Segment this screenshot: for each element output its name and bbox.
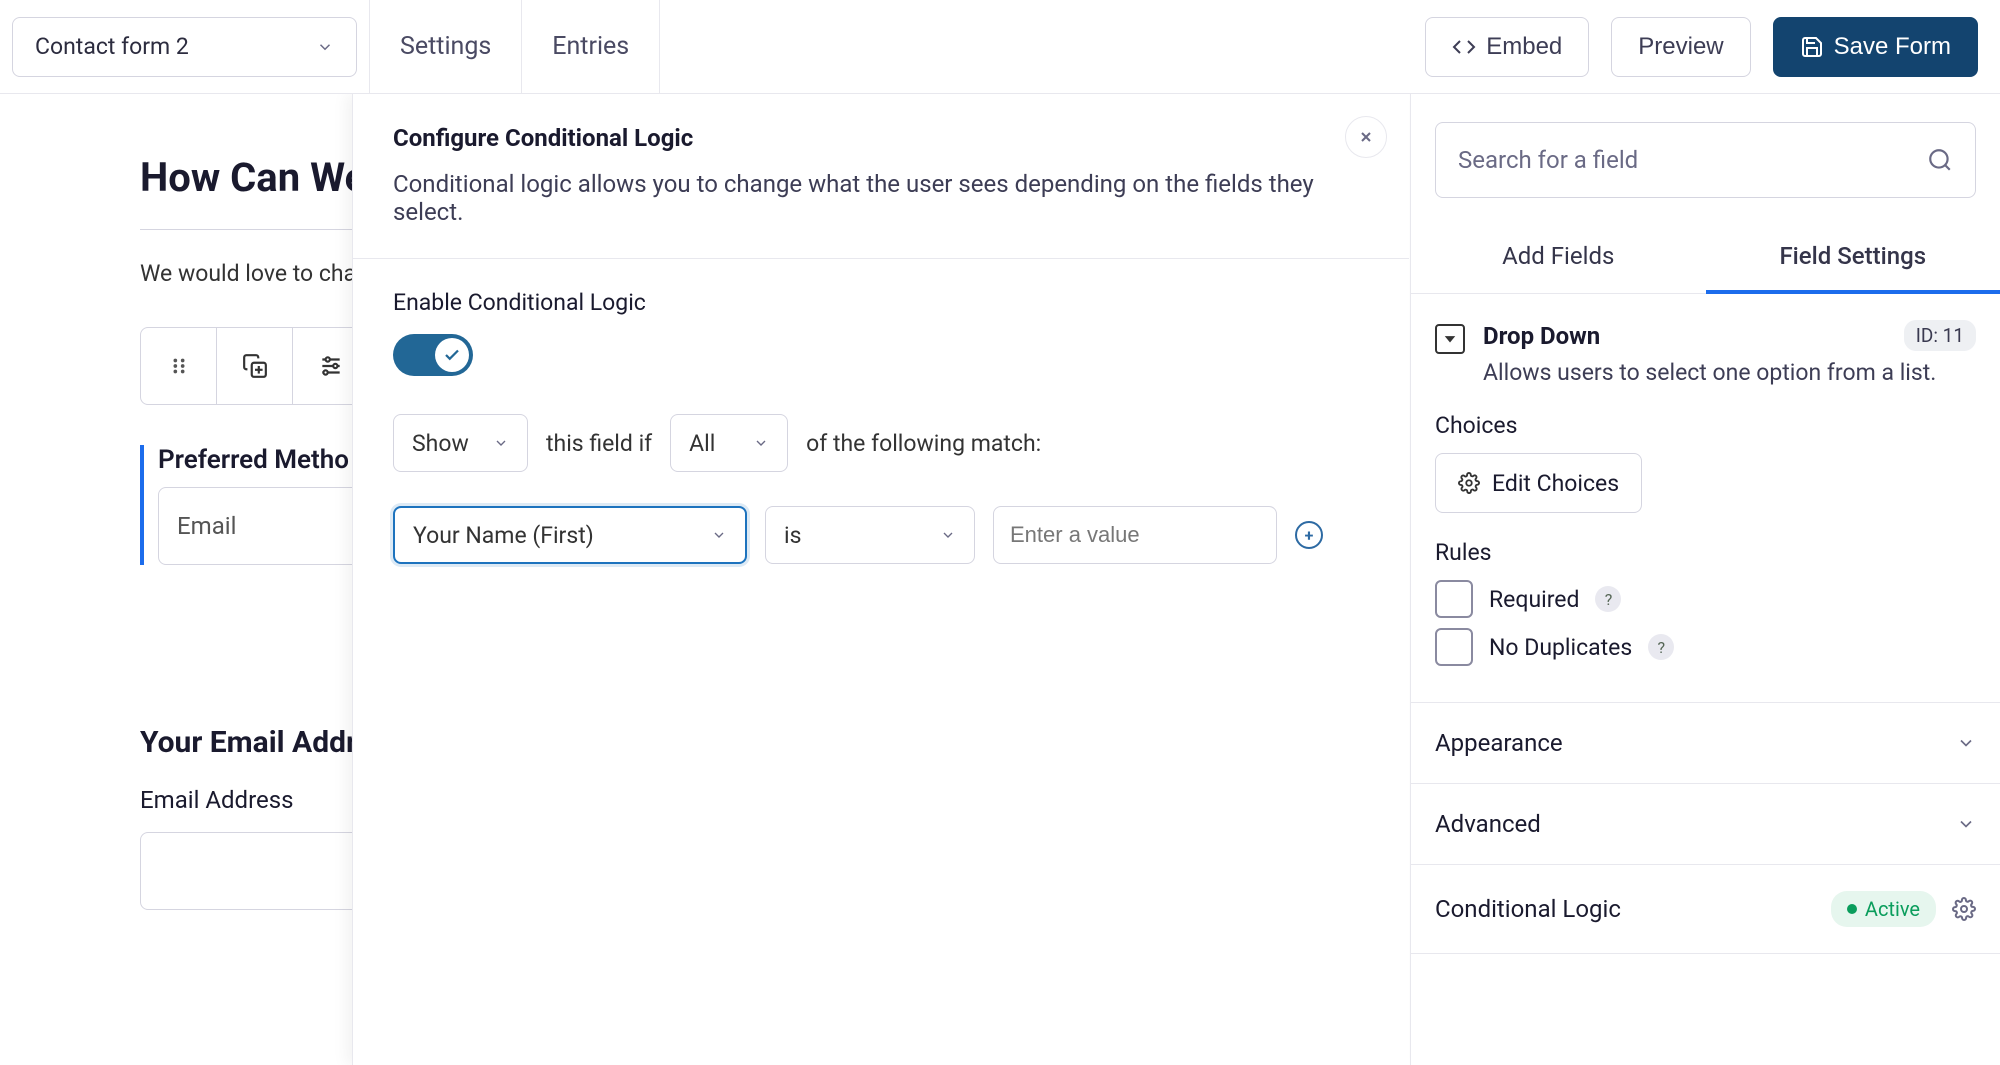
edit-choices-label: Edit Choices bbox=[1492, 470, 1619, 497]
search-input[interactable]: Search for a field bbox=[1435, 122, 1976, 198]
save-label: Save Form bbox=[1834, 33, 1951, 61]
separator bbox=[659, 0, 660, 94]
check-icon bbox=[435, 338, 469, 372]
preview-button[interactable]: Preview bbox=[1611, 17, 1750, 77]
embed-button[interactable]: Embed bbox=[1425, 17, 1589, 77]
conditional-logic-label: Conditional Logic bbox=[1435, 895, 1621, 923]
required-checkbox[interactable] bbox=[1435, 580, 1473, 618]
match-select[interactable]: All bbox=[670, 414, 788, 472]
tab-add-fields[interactable]: Add Fields bbox=[1411, 222, 1706, 294]
rule-op-value: is bbox=[784, 522, 801, 549]
nav-settings[interactable]: Settings bbox=[370, 0, 521, 94]
conditional-logic-accordion[interactable]: Conditional Logic Active bbox=[1411, 865, 2000, 954]
rule-text-match: of the following match: bbox=[806, 430, 1041, 457]
form-canvas: How Can We We would love to chat Preferr… bbox=[0, 94, 1410, 1065]
save-button[interactable]: Save Form bbox=[1773, 17, 1978, 77]
enable-label: Enable Conditional Logic bbox=[393, 289, 1369, 316]
required-label: Required bbox=[1489, 586, 1579, 613]
top-bar: Contact form 2 Settings Entries Embed Pr… bbox=[0, 0, 2000, 94]
code-icon bbox=[1452, 35, 1476, 59]
match-value: All bbox=[689, 430, 715, 457]
add-rule-button[interactable]: + bbox=[1295, 521, 1323, 549]
nodup-checkbox[interactable] bbox=[1435, 628, 1473, 666]
chevron-down-icon bbox=[493, 435, 509, 451]
rule-operator-select[interactable]: is bbox=[765, 506, 975, 564]
required-checkbox-row: Required ? bbox=[1435, 580, 1976, 618]
chevron-down-icon bbox=[1956, 733, 1976, 753]
field-type-title: Drop Down bbox=[1483, 322, 1600, 350]
conditional-logic-panel: Configure Conditional Logic Conditional … bbox=[352, 94, 1409, 1065]
gear-icon[interactable] bbox=[1952, 897, 1976, 921]
panel-description: Conditional logic allows you to change w… bbox=[393, 170, 1369, 226]
nav-entries[interactable]: Entries bbox=[522, 0, 659, 94]
rule-field-value: Your Name (First) bbox=[413, 522, 594, 549]
rule-value-input[interactable] bbox=[993, 506, 1277, 564]
preview-label: Preview bbox=[1638, 33, 1723, 61]
dropdown-value: Email bbox=[177, 512, 236, 540]
nodup-checkbox-row: No Duplicates ? bbox=[1435, 628, 1976, 666]
panel-title: Configure Conditional Logic bbox=[393, 124, 1369, 152]
chevron-down-icon bbox=[711, 527, 727, 543]
drag-handle-icon[interactable] bbox=[141, 328, 217, 404]
duplicate-icon[interactable] bbox=[217, 328, 293, 404]
search-placeholder: Search for a field bbox=[1458, 146, 1638, 174]
form-selector[interactable]: Contact form 2 bbox=[12, 17, 357, 77]
status-dot-icon bbox=[1847, 904, 1857, 914]
field-toolbar bbox=[140, 327, 370, 405]
nodup-label: No Duplicates bbox=[1489, 634, 1632, 661]
field-settings-sidebar: Search for a field Add Fields Field Sett… bbox=[1410, 94, 2000, 1065]
field-id-badge: ID: 11 bbox=[1904, 320, 1976, 351]
chevron-down-icon bbox=[316, 38, 334, 56]
save-icon bbox=[1800, 35, 1824, 59]
help-icon[interactable]: ? bbox=[1648, 634, 1674, 660]
form-selector-label: Contact form 2 bbox=[35, 33, 189, 60]
appearance-accordion[interactable]: Appearance bbox=[1411, 703, 2000, 784]
rule-text-if: this field if bbox=[546, 430, 652, 457]
advanced-label: Advanced bbox=[1435, 810, 1541, 838]
field-type-description: Allows users to select one option from a… bbox=[1483, 359, 1976, 386]
chevron-down-icon bbox=[753, 435, 769, 451]
active-text: Active bbox=[1865, 897, 1920, 921]
action-value: Show bbox=[412, 430, 469, 457]
chevron-down-icon bbox=[940, 527, 956, 543]
embed-label: Embed bbox=[1486, 33, 1562, 61]
choices-label: Choices bbox=[1435, 412, 1976, 439]
rules-label: Rules bbox=[1435, 539, 1976, 566]
close-icon bbox=[1358, 129, 1374, 145]
action-select[interactable]: Show bbox=[393, 414, 528, 472]
active-badge: Active bbox=[1831, 891, 1936, 927]
help-icon[interactable]: ? bbox=[1595, 586, 1621, 612]
appearance-label: Appearance bbox=[1435, 729, 1563, 757]
plus-icon: + bbox=[1305, 526, 1314, 545]
dropdown-icon bbox=[1435, 324, 1465, 354]
chevron-down-icon bbox=[1956, 814, 1976, 834]
advanced-accordion[interactable]: Advanced bbox=[1411, 784, 2000, 865]
search-icon bbox=[1927, 147, 1953, 173]
enable-toggle[interactable] bbox=[393, 334, 473, 376]
tab-field-settings[interactable]: Field Settings bbox=[1706, 222, 2000, 294]
gear-icon bbox=[1458, 472, 1480, 494]
close-button[interactable] bbox=[1345, 116, 1387, 158]
rule-field-select[interactable]: Your Name (First) bbox=[393, 506, 747, 564]
edit-choices-button[interactable]: Edit Choices bbox=[1435, 453, 1642, 513]
